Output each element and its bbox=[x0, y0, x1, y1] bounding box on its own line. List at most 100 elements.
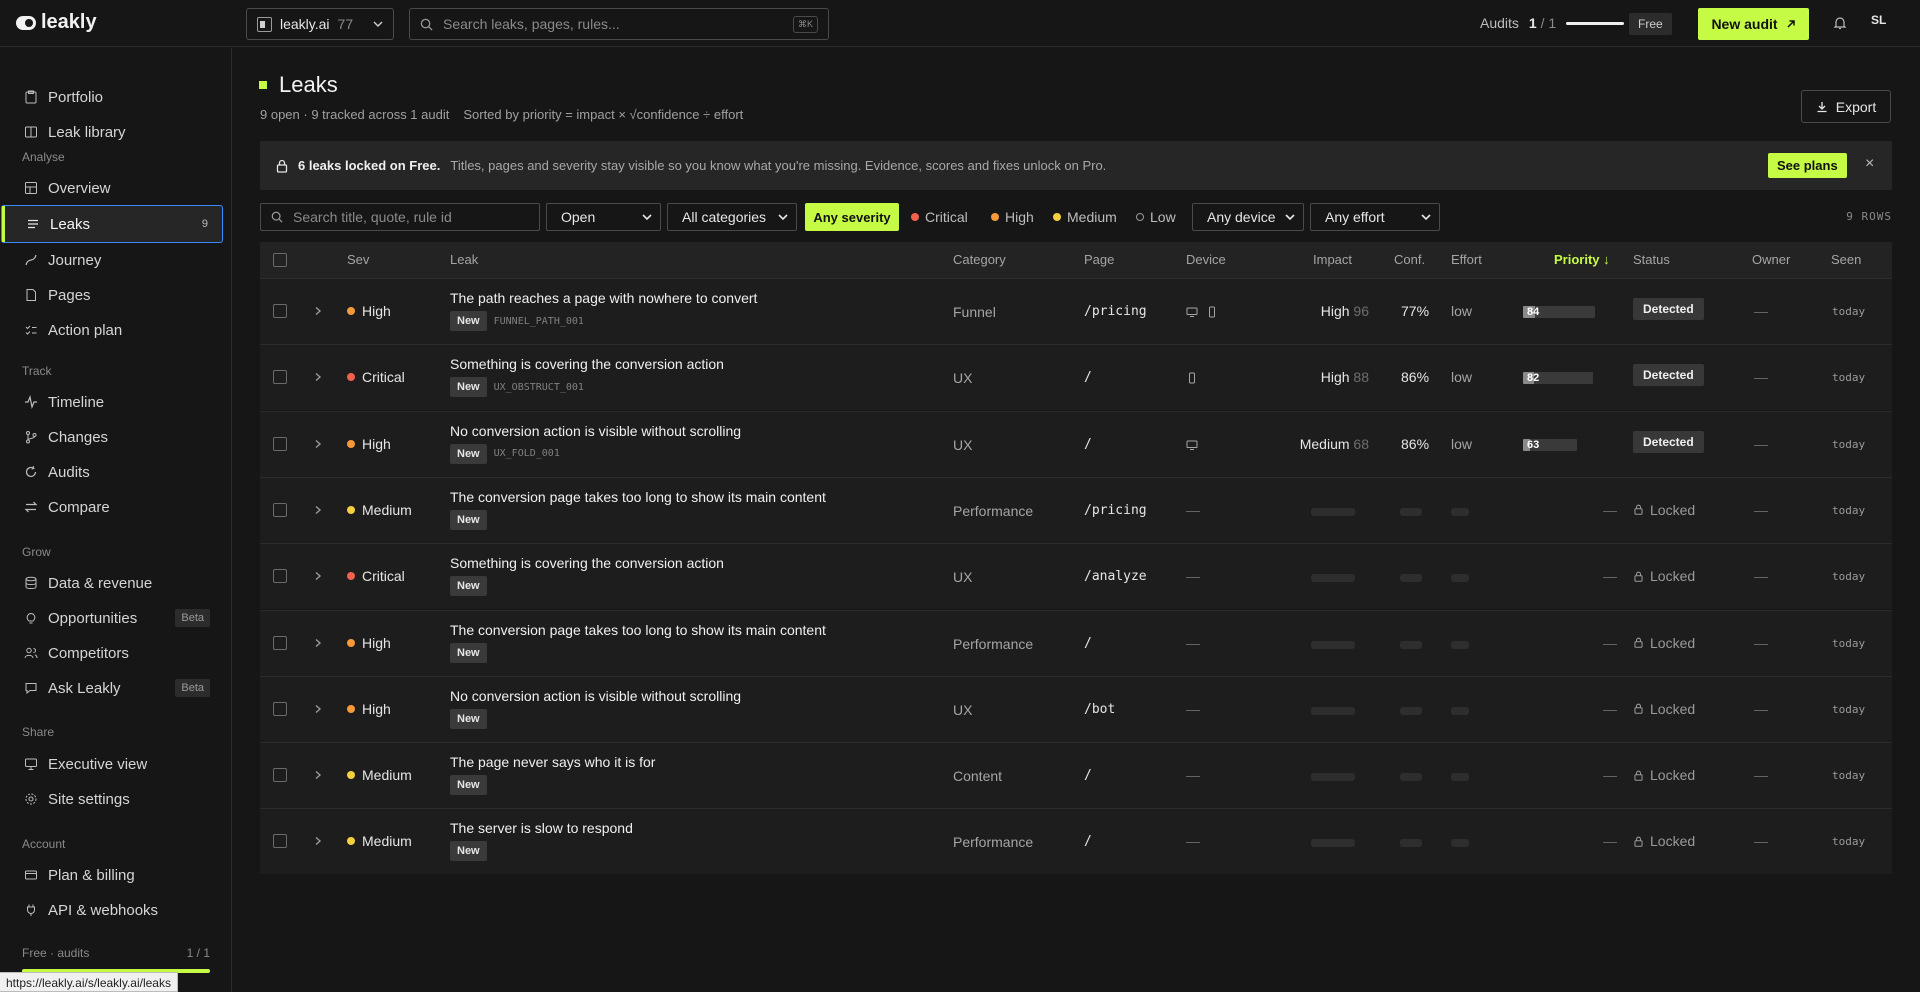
owner-cell[interactable]: — bbox=[1754, 303, 1768, 319]
sidebar-item-changes[interactable]: Changes bbox=[0, 418, 224, 456]
see-plans-button[interactable]: See plans bbox=[1768, 153, 1847, 178]
status-cell[interactable]: Detected bbox=[1633, 364, 1704, 387]
chevron-right-icon[interactable] bbox=[313, 505, 323, 515]
page-cell[interactable]: /pricing bbox=[1084, 304, 1147, 319]
chevron-right-icon[interactable] bbox=[313, 372, 323, 382]
sidebar-item-leaks[interactable]: Leaks 9 bbox=[1, 205, 223, 243]
device-filter-select[interactable]: Any device bbox=[1192, 203, 1304, 231]
sidebar-item-audits[interactable]: Audits bbox=[0, 453, 224, 491]
row-checkbox[interactable] bbox=[273, 635, 287, 650]
leak-title[interactable]: No conversion action is visible without … bbox=[450, 688, 741, 704]
severity-chip-medium[interactable]: Medium bbox=[1053, 209, 1117, 225]
status-badge[interactable]: Detected bbox=[1633, 364, 1704, 387]
row-checkbox[interactable] bbox=[273, 370, 287, 385]
logo[interactable]: leakly bbox=[16, 11, 97, 34]
row-checkbox[interactable] bbox=[273, 569, 287, 584]
sidebar-item-ask-leakly[interactable]: Ask Leakly Beta bbox=[0, 669, 224, 707]
column-seen[interactable]: Seen bbox=[1831, 252, 1861, 267]
sidebar-item-competitors[interactable]: Competitors bbox=[0, 634, 224, 672]
severity-chip-high[interactable]: High bbox=[991, 209, 1034, 225]
owner-cell[interactable]: — bbox=[1754, 635, 1768, 651]
sidebar-item-opportunities[interactable]: Opportunities Beta bbox=[0, 599, 224, 637]
column-priority[interactable]: Priority ↓ bbox=[1554, 252, 1610, 267]
chevron-right-icon[interactable] bbox=[313, 638, 323, 648]
owner-cell[interactable]: — bbox=[1754, 369, 1768, 385]
table-row[interactable]: High The conversion page takes too long t… bbox=[260, 609, 1892, 676]
sidebar-item-site-settings[interactable]: Site settings bbox=[0, 780, 224, 818]
export-button[interactable]: Export bbox=[1801, 90, 1891, 123]
chevron-right-icon[interactable] bbox=[313, 836, 323, 846]
leak-title[interactable]: The server is slow to respond bbox=[450, 820, 633, 836]
sidebar-item-data-revenue[interactable]: Data & revenue bbox=[0, 564, 224, 602]
leak-title[interactable]: The conversion page takes too long to sh… bbox=[450, 622, 826, 638]
close-icon[interactable]: × bbox=[1865, 155, 1874, 173]
leak-cell[interactable]: Something is covering the conversion act… bbox=[450, 555, 724, 597]
row-checkbox[interactable] bbox=[273, 768, 287, 783]
table-row[interactable]: Critical Something is covering the conver… bbox=[260, 344, 1892, 411]
chevron-right-icon[interactable] bbox=[313, 704, 323, 714]
row-checkbox[interactable] bbox=[273, 304, 287, 318]
table-row[interactable]: High No conversion action is visible with… bbox=[260, 410, 1892, 477]
status-badge[interactable]: Detected bbox=[1633, 430, 1704, 453]
severity-chip-critical[interactable]: Critical bbox=[911, 209, 968, 225]
leak-title[interactable]: No conversion action is visible without … bbox=[450, 423, 741, 439]
sidebar-item-executive-view[interactable]: Executive view bbox=[0, 745, 224, 783]
owner-cell[interactable]: — bbox=[1754, 436, 1768, 452]
severity-chip-low[interactable]: Low bbox=[1136, 209, 1176, 225]
leak-title[interactable]: Something is covering the conversion act… bbox=[450, 555, 724, 571]
sidebar-item-action-plan[interactable]: Action plan bbox=[0, 311, 224, 349]
row-checkbox[interactable] bbox=[273, 436, 287, 451]
column-page[interactable]: Page bbox=[1084, 252, 1114, 267]
column-status[interactable]: Status bbox=[1633, 252, 1670, 267]
owner-cell[interactable]: — bbox=[1754, 767, 1768, 783]
category-filter-select[interactable]: All categories bbox=[667, 203, 797, 231]
sidebar-item-portfolio[interactable]: Portfolio bbox=[0, 78, 224, 116]
chevron-right-icon[interactable] bbox=[313, 571, 323, 581]
leak-cell[interactable]: The server is slow to respond New bbox=[450, 820, 633, 862]
leak-cell[interactable]: The conversion page takes too long to sh… bbox=[450, 622, 826, 663]
leak-title[interactable]: The conversion page takes too long to sh… bbox=[450, 489, 826, 505]
sidebar-item-overview[interactable]: Overview bbox=[0, 169, 224, 207]
sidebar-item-pages[interactable]: Pages bbox=[0, 276, 224, 314]
column-owner[interactable]: Owner bbox=[1752, 252, 1790, 267]
chevron-right-icon[interactable] bbox=[313, 306, 323, 316]
page-cell[interactable]: / bbox=[1084, 370, 1092, 385]
status-cell[interactable]: Detected bbox=[1633, 430, 1704, 453]
owner-cell[interactable]: — bbox=[1754, 502, 1768, 518]
sidebar-item-leak-library[interactable]: Leak library bbox=[0, 113, 224, 151]
column-device[interactable]: Device bbox=[1186, 252, 1226, 267]
owner-cell[interactable]: — bbox=[1754, 701, 1768, 717]
sidebar-item-journey[interactable]: Journey bbox=[0, 241, 224, 279]
owner-cell[interactable]: — bbox=[1754, 833, 1768, 849]
site-switcher[interactable]: leakly.ai 77 bbox=[246, 8, 394, 40]
select-all-checkbox[interactable] bbox=[273, 253, 287, 267]
row-checkbox[interactable] bbox=[273, 502, 287, 517]
global-search-input[interactable]: Search leaks, pages, rules... ⌘K bbox=[409, 8, 829, 40]
table-row[interactable]: High The path reaches a page with nowhere… bbox=[260, 278, 1892, 344]
table-row[interactable]: High No conversion action is visible with… bbox=[260, 675, 1892, 742]
page-cell[interactable]: / bbox=[1084, 437, 1092, 452]
severity-any-chip[interactable]: Any severity bbox=[805, 203, 899, 231]
chevron-right-icon[interactable] bbox=[313, 439, 323, 449]
leak-cell[interactable]: Something is covering the conversion act… bbox=[450, 356, 724, 398]
chevron-right-icon[interactable] bbox=[313, 770, 323, 780]
page-cell[interactable]: /pricing bbox=[1084, 503, 1147, 518]
leak-cell[interactable]: No conversion action is visible without … bbox=[450, 423, 741, 464]
status-badge[interactable]: Detected bbox=[1633, 298, 1704, 320]
table-row[interactable]: Critical Something is covering the conver… bbox=[260, 543, 1892, 610]
sidebar-item-timeline[interactable]: Timeline bbox=[0, 383, 224, 421]
leak-title[interactable]: The path reaches a page with nowhere to … bbox=[450, 290, 757, 306]
effort-filter-select[interactable]: Any effort bbox=[1310, 203, 1440, 231]
column-leak[interactable]: Leak bbox=[450, 252, 478, 267]
column-impact[interactable]: Impact bbox=[1313, 252, 1352, 267]
page-cell[interactable]: /bot bbox=[1084, 702, 1115, 717]
sidebar-item-compare[interactable]: Compare bbox=[0, 488, 224, 526]
page-cell[interactable]: / bbox=[1084, 768, 1092, 783]
page-cell[interactable]: / bbox=[1084, 834, 1092, 849]
leak-cell[interactable]: No conversion action is visible without … bbox=[450, 688, 741, 729]
status-cell[interactable]: Detected bbox=[1633, 298, 1704, 320]
row-checkbox[interactable] bbox=[273, 834, 287, 849]
table-row[interactable]: Medium The conversion page takes too long… bbox=[260, 476, 1892, 543]
owner-cell[interactable]: — bbox=[1754, 568, 1768, 584]
bell-icon[interactable] bbox=[1832, 15, 1848, 31]
